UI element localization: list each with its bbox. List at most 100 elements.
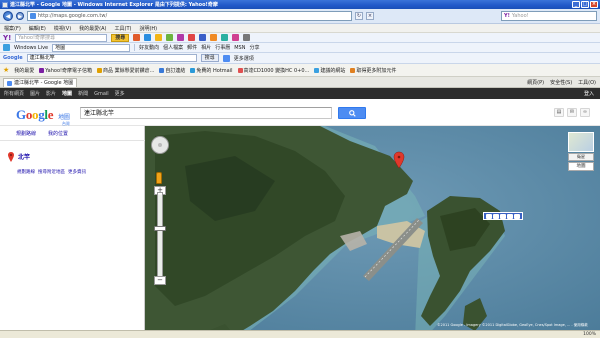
- toolbar-game-icon[interactable]: [232, 34, 240, 41]
- map-type-thumbnail[interactable]: [568, 132, 594, 152]
- gbar-news[interactable]: 新聞: [78, 90, 88, 97]
- result-more-info-link[interactable]: 更多資訊: [68, 169, 86, 175]
- street-view-pegman-icon[interactable]: [156, 172, 162, 184]
- favorite-link[interactable]: 取得更多附加元件: [350, 67, 396, 74]
- minimize-button[interactable]: _: [572, 1, 580, 8]
- toolbar-weather-icon[interactable]: [199, 34, 207, 41]
- menu-edit[interactable]: 編輯(E): [29, 25, 46, 32]
- window-title-bar: 連江縣北竿 - Google 地圖 - Windows Internet Exp…: [0, 0, 600, 9]
- close-button[interactable]: ×: [590, 1, 598, 8]
- satellite-map[interactable]: + − 衛星 地圖 ©2011 Google - Imagery ©2011 D…: [145, 126, 600, 338]
- live-item-friends[interactable]: 好友動向: [139, 44, 159, 51]
- refresh-icon[interactable]: ↻: [355, 12, 363, 20]
- toolbar-icon[interactable]: [500, 214, 506, 219]
- favorite-link-label: 高達CD1000 變換HC 0+0...: [243, 67, 310, 74]
- command-tools[interactable]: 工具(O): [578, 79, 596, 86]
- toolbar-icon[interactable]: [514, 214, 520, 219]
- map-type-button[interactable]: 地圖: [568, 162, 594, 171]
- favorites-label[interactable]: 我的最愛: [14, 67, 34, 74]
- gbar-maps[interactable]: 地圖: [62, 90, 72, 97]
- live-item-msn[interactable]: MSN: [234, 45, 245, 51]
- zoom-slider-handle[interactable]: [154, 226, 166, 231]
- toolbar-app-icon[interactable]: [133, 34, 141, 41]
- gbar-videos[interactable]: 影片: [46, 90, 56, 97]
- gbar-web[interactable]: 所有網頁: [4, 90, 24, 97]
- toolbar-star-icon[interactable]: [155, 34, 163, 41]
- toolbar-icon[interactable]: [507, 214, 513, 219]
- live-item-profile[interactable]: 個人檔案: [163, 44, 183, 51]
- print-icon[interactable]: ▤: [554, 108, 564, 117]
- result-pin-icon[interactable]: [8, 152, 14, 164]
- google-toolbar: Google 連江縣北竿 搜尋 更多選項: [0, 53, 600, 64]
- menu-file[interactable]: 檔案(F): [4, 25, 21, 32]
- stop-icon[interactable]: ×: [366, 12, 374, 20]
- sign-in-link[interactable]: 登入: [584, 90, 600, 97]
- command-safety[interactable]: 安全性(S): [550, 79, 572, 86]
- live-item-mail[interactable]: 郵件: [187, 44, 197, 51]
- result-search-nearby-link[interactable]: 搜尋附近地區: [38, 169, 65, 175]
- result-directions-link[interactable]: 規劃路線: [17, 169, 35, 175]
- toolbar-music-icon[interactable]: [177, 34, 185, 41]
- satellite-label[interactable]: 衛星: [568, 153, 594, 161]
- result-title[interactable]: 北竿: [18, 152, 30, 161]
- favorites-star-icon: ★: [3, 66, 10, 74]
- toolbar-settings-icon[interactable]: [243, 34, 251, 41]
- favorite-link[interactable]: 高達CD1000 變換HC 0+0...: [237, 67, 310, 74]
- forward-button[interactable]: ▶: [16, 12, 24, 20]
- google-toolbar-share-icon[interactable]: [222, 54, 230, 62]
- yahoo-search-input[interactable]: Yahoo!奇摩搜尋: [15, 33, 108, 42]
- menu-view[interactable]: 檢視(V): [54, 25, 71, 32]
- toolbar-news-icon[interactable]: [166, 34, 174, 41]
- google-toolbar-input[interactable]: 連江縣北竿: [26, 54, 197, 62]
- live-item-calendar[interactable]: 行事曆: [215, 44, 230, 51]
- ie-icon: [2, 1, 8, 8]
- back-button[interactable]: ◀: [3, 11, 13, 21]
- favorites-bar: ★ 我的最愛 Yahoo!奇摩電子信箱 商品 業餘懸愛前鑽倉... 自訂連結 免…: [0, 64, 600, 77]
- browser-search-placeholder: Yahoo!: [511, 13, 529, 19]
- toolbar-video-icon[interactable]: [188, 34, 196, 41]
- menu-help[interactable]: 說明(H): [139, 25, 157, 32]
- gbar-images[interactable]: 圖片: [30, 90, 40, 97]
- yahoo-logo[interactable]: Y!: [3, 34, 11, 42]
- favorite-link[interactable]: Yahoo!奇摩電子信箱: [39, 67, 92, 74]
- toolbar-map-icon[interactable]: [221, 34, 229, 41]
- url-field[interactable]: http://maps.google.com.tw/: [27, 11, 352, 21]
- favorite-link[interactable]: 免費的 Hotmail: [190, 67, 233, 74]
- live-item-photos[interactable]: 相片: [201, 44, 211, 51]
- email-icon[interactable]: ✉: [567, 108, 577, 117]
- command-page[interactable]: 網頁(P): [527, 79, 544, 86]
- maximize-button[interactable]: □: [581, 1, 589, 8]
- yahoo-search-button[interactable]: 搜尋: [111, 33, 130, 42]
- gbar-more[interactable]: 更多: [115, 90, 125, 97]
- pan-control[interactable]: [151, 136, 169, 154]
- menu-tools[interactable]: 工具(T): [115, 25, 132, 32]
- yahoo-icon: Y!: [504, 13, 510, 19]
- zoom-out-button[interactable]: −: [154, 276, 166, 285]
- favorite-link[interactable]: 商品 業餘懸愛前鑽倉...: [97, 67, 154, 74]
- maps-search-input[interactable]: 連江縣北竿: [80, 107, 332, 119]
- link-icon[interactable]: ∞: [580, 108, 590, 117]
- zoom-slider-track[interactable]: [157, 192, 163, 278]
- toolbar-shop-icon[interactable]: [210, 34, 218, 41]
- google-maps-logo[interactable]: Google 地圖 台灣: [16, 107, 70, 126]
- windows-live-search-input[interactable]: 地圖: [52, 43, 131, 52]
- toolbar-icon[interactable]: [486, 214, 492, 219]
- tab-label: 連江縣北竿 - Google 地圖: [14, 79, 74, 86]
- windows-live-label[interactable]: Windows Live: [14, 45, 48, 51]
- favorite-link[interactable]: 自訂連結: [159, 67, 185, 74]
- favorite-link[interactable]: 建議的網站: [314, 67, 345, 74]
- get-directions-link[interactable]: 規劃路線: [16, 130, 36, 137]
- toolbar-icon[interactable]: [493, 214, 499, 219]
- live-item-share[interactable]: 分享: [249, 44, 259, 51]
- browser-search-field[interactable]: Y! Yahoo!: [501, 11, 597, 21]
- zoom-level[interactable]: 100%: [583, 332, 600, 337]
- menu-favorites[interactable]: 我的最愛(A): [79, 25, 106, 32]
- google-toolbar-search-button[interactable]: 搜尋: [200, 54, 219, 62]
- hotmail-favicon-icon: [190, 67, 196, 73]
- maps-search-button[interactable]: [338, 107, 366, 119]
- my-places-link[interactable]: 我的位置: [48, 130, 68, 137]
- google-toolbar-more[interactable]: 更多選項: [234, 55, 254, 62]
- gbar-gmail[interactable]: Gmail: [94, 91, 109, 97]
- tab-google-maps[interactable]: 連江縣北竿 - Google 地圖: [3, 77, 78, 87]
- toolbar-mail-icon[interactable]: [144, 34, 152, 41]
